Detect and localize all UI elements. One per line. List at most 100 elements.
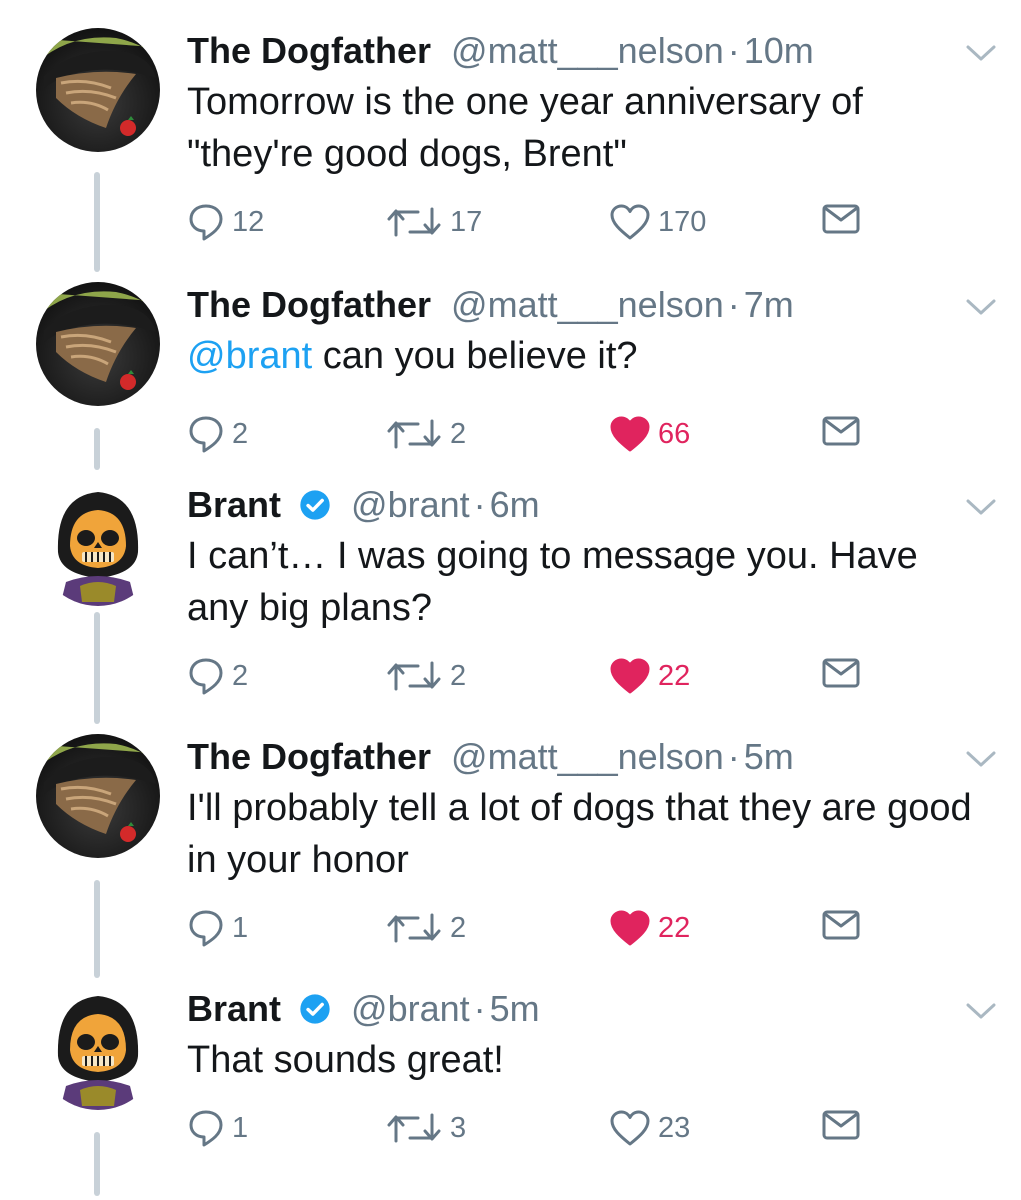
like-button[interactable]: 66 <box>610 410 690 458</box>
tweet[interactable]: The Dogfather @matt___nelson · 7m @brant c… <box>0 282 1021 464</box>
mention-link[interactable]: @brant <box>187 335 312 377</box>
verified-badge-icon <box>300 994 330 1024</box>
heart-filled-icon <box>610 416 650 452</box>
reply-icon <box>189 658 223 695</box>
reply-button[interactable]: 2 <box>188 410 248 458</box>
timestamp[interactable]: 10m <box>744 30 814 71</box>
separator: · <box>473 484 486 525</box>
skeletor-avatar-image <box>36 482 160 606</box>
chevron-down-icon[interactable] <box>964 1000 998 1022</box>
direct-message-icon[interactable] <box>822 658 860 688</box>
separator: · <box>727 30 740 71</box>
tweet-text: @brant can you believe it? <box>187 330 987 382</box>
like-count: 23 <box>658 1111 691 1144</box>
dogfather-avatar-image <box>36 282 160 406</box>
retweet-icon <box>387 661 441 691</box>
tweet[interactable]: The Dogfather @matt___nelson · 10m Tomorro… <box>0 28 1021 252</box>
avatar[interactable] <box>36 28 160 152</box>
retweet-button[interactable]: 3 <box>386 1104 466 1152</box>
tweet-actions: 1 3 23 <box>0 1104 1021 1152</box>
avatar[interactable] <box>36 734 160 858</box>
tweet-text: I can’t… I was going to message you. Hav… <box>187 530 987 634</box>
timestamp[interactable]: 5m <box>744 736 794 777</box>
retweet-button[interactable]: 2 <box>386 652 466 700</box>
retweet-count: 2 <box>450 659 467 692</box>
display-name[interactable]: Brant <box>187 484 281 525</box>
retweet-button[interactable]: 2 <box>386 904 466 952</box>
display-name[interactable]: The Dogfather <box>187 284 431 325</box>
verified-badge-icon <box>300 490 330 520</box>
like-button[interactable]: 22 <box>610 904 690 952</box>
tweet-text: I'll probably tell a lot of dogs that th… <box>187 782 987 886</box>
timestamp[interactable]: 5m <box>490 988 540 1029</box>
timestamp[interactable]: 6m <box>490 484 540 525</box>
handle[interactable]: @brant <box>351 484 470 525</box>
reply-icon <box>189 1110 223 1147</box>
tweet-text: That sounds great! <box>187 1034 987 1086</box>
like-button[interactable]: 22 <box>610 652 690 700</box>
reply-button[interactable]: 1 <box>188 1104 248 1152</box>
display-name[interactable]: Brant <box>187 988 281 1029</box>
retweet-icon <box>387 1113 441 1143</box>
handle[interactable]: @matt___nelson <box>451 284 724 325</box>
retweet-button[interactable]: 17 <box>386 198 482 246</box>
tweet-header: The Dogfather @matt___nelson · 5m <box>187 734 794 780</box>
heart-filled-icon <box>610 910 650 946</box>
chevron-down-icon[interactable] <box>964 296 998 318</box>
like-count: 170 <box>658 205 707 238</box>
tweet-text-content: That sounds great! <box>187 1039 504 1081</box>
retweet-count: 17 <box>450 205 483 238</box>
separator: · <box>473 988 486 1029</box>
reply-icon <box>189 416 223 453</box>
retweet-icon <box>387 207 441 237</box>
dogfather-avatar-image <box>36 734 160 858</box>
tweet[interactable]: The Dogfather @matt___nelson · 5m I'll pro… <box>0 734 1021 958</box>
reply-button[interactable]: 2 <box>188 652 248 700</box>
retweet-icon <box>387 913 441 943</box>
tweet-actions: 12 17 170 <box>0 198 1021 246</box>
display-name[interactable]: The Dogfather <box>187 736 431 777</box>
reply-count: 1 <box>232 911 249 944</box>
separator: · <box>727 736 740 777</box>
tweet-actions: 2 2 66 <box>0 410 1021 458</box>
dogfather-avatar-image <box>36 28 160 152</box>
display-name[interactable]: The Dogfather <box>187 30 431 71</box>
reply-count: 1 <box>232 1111 249 1144</box>
direct-message-icon[interactable] <box>822 910 860 940</box>
tweet-actions: 1 2 22 <box>0 904 1021 952</box>
avatar[interactable] <box>36 986 160 1110</box>
tweet-header: The Dogfather @matt___nelson · 10m <box>187 28 814 74</box>
direct-message-icon[interactable] <box>822 1110 860 1140</box>
avatar[interactable] <box>36 482 160 606</box>
like-button[interactable]: 23 <box>610 1104 690 1152</box>
tweet-header: Brant @brant · 5m <box>187 986 540 1032</box>
reply-icon <box>189 910 223 947</box>
handle[interactable]: @brant <box>351 988 470 1029</box>
heart-filled-icon <box>610 658 650 694</box>
timestamp[interactable]: 7m <box>744 284 794 325</box>
chevron-down-icon[interactable] <box>964 42 998 64</box>
heart-icon <box>610 204 650 240</box>
handle[interactable]: @matt___nelson <box>451 30 724 71</box>
tweet-actions: 2 2 22 <box>0 652 1021 700</box>
tweet[interactable]: Brant @brant · 6m I can’t… I was going to … <box>0 482 1021 706</box>
tweet-text-content: I can’t… I was going to message you. Hav… <box>187 535 918 629</box>
retweet-button[interactable]: 2 <box>386 410 466 458</box>
avatar[interactable] <box>36 282 160 406</box>
reply-count: 2 <box>232 659 249 692</box>
handle[interactable]: @matt___nelson <box>451 736 724 777</box>
tweet-text-content: I'll probably tell a lot of dogs that th… <box>187 787 972 881</box>
reply-count: 2 <box>232 417 249 450</box>
direct-message-icon[interactable] <box>822 204 860 234</box>
like-button[interactable]: 170 <box>610 198 706 246</box>
direct-message-icon[interactable] <box>822 416 860 446</box>
tweet-text: Tomorrow is the one year anniversary of … <box>187 76 987 180</box>
tweet[interactable]: Brant @brant · 5m That sounds great! 1 3… <box>0 986 1021 1158</box>
heart-icon <box>610 1110 650 1146</box>
like-count: 22 <box>658 911 691 944</box>
reply-button[interactable]: 1 <box>188 904 248 952</box>
chevron-down-icon[interactable] <box>964 748 998 770</box>
reply-icon <box>189 204 223 241</box>
chevron-down-icon[interactable] <box>964 496 998 518</box>
reply-button[interactable]: 12 <box>188 198 264 246</box>
